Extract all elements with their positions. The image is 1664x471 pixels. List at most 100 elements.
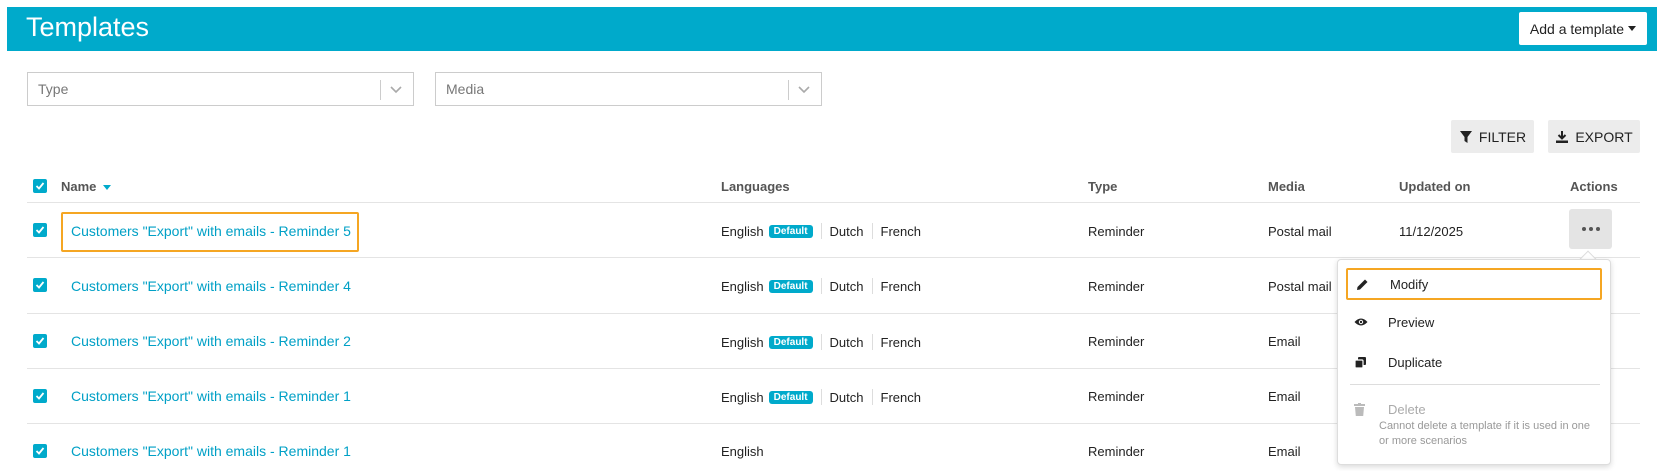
language-separator bbox=[871, 278, 873, 294]
export-button[interactable]: EXPORT bbox=[1548, 120, 1640, 153]
default-badge: Default bbox=[768, 335, 813, 349]
column-header-languages: Languages bbox=[721, 179, 790, 194]
select-separator bbox=[380, 80, 381, 100]
row-divider bbox=[27, 257, 1640, 258]
media-select-placeholder: Media bbox=[446, 81, 485, 97]
row-checkbox[interactable] bbox=[33, 278, 47, 292]
filter-label: FILTER bbox=[1478, 128, 1527, 145]
chevron-down-icon[interactable] bbox=[389, 82, 403, 96]
language-label: French bbox=[880, 278, 921, 294]
template-name-link[interactable]: Customers "Export" with emails - Reminde… bbox=[71, 333, 351, 349]
add-template-button[interactable]: Add a template bbox=[1519, 12, 1647, 45]
language-label: English bbox=[721, 334, 764, 350]
filter-button[interactable]: FILTER bbox=[1451, 120, 1534, 153]
check-icon bbox=[35, 447, 45, 455]
menu-item-preview-label: Preview bbox=[1388, 314, 1435, 330]
languages-cell: English Default Dutch French bbox=[721, 334, 921, 350]
trash-icon bbox=[1354, 402, 1374, 416]
menu-item-delete-label: Delete bbox=[1388, 401, 1426, 417]
column-header-media: Media bbox=[1268, 179, 1305, 194]
languages-cell: English bbox=[721, 444, 764, 459]
language-label: English bbox=[721, 444, 764, 459]
copy-icon bbox=[1354, 356, 1374, 369]
media-cell: Email bbox=[1268, 444, 1301, 459]
row-actions-button[interactable] bbox=[1569, 209, 1612, 249]
filter-icon bbox=[1459, 130, 1472, 143]
media-cell: Email bbox=[1268, 334, 1301, 349]
language-label: French bbox=[880, 334, 921, 350]
column-header-type: Type bbox=[1088, 179, 1118, 194]
language-separator bbox=[871, 334, 873, 350]
media-cell: Postal mail bbox=[1268, 224, 1332, 239]
type-select-placeholder: Type bbox=[38, 81, 69, 97]
top-strip bbox=[0, 0, 1664, 7]
languages-cell: English Default Dutch French bbox=[721, 278, 921, 294]
menu-item-modify[interactable]: Modify bbox=[1346, 268, 1602, 300]
caret-down-icon bbox=[1628, 26, 1637, 31]
language-separator bbox=[820, 389, 822, 405]
menu-item-modify-label: Modify bbox=[1390, 276, 1429, 292]
template-name-link[interactable]: Customers "Export" with emails - Reminde… bbox=[71, 388, 351, 404]
language-label: English bbox=[721, 278, 764, 294]
type-select[interactable]: Type bbox=[27, 72, 414, 106]
updated-on-cell: 11/12/2025 bbox=[1399, 224, 1464, 239]
type-cell: Reminder bbox=[1088, 279, 1145, 294]
language-label: Dutch bbox=[829, 223, 864, 239]
pencil-icon bbox=[1356, 278, 1376, 291]
type-cell: Reminder bbox=[1088, 334, 1145, 349]
type-cell: Reminder bbox=[1088, 444, 1145, 459]
page-title: Templates bbox=[26, 12, 150, 42]
row-checkbox[interactable] bbox=[33, 334, 47, 348]
language-separator bbox=[871, 389, 873, 405]
media-cell: Postal mail bbox=[1268, 279, 1332, 294]
language-label: English bbox=[721, 389, 764, 405]
row-checkbox[interactable] bbox=[33, 389, 47, 403]
language-label: English bbox=[721, 223, 764, 239]
download-icon bbox=[1556, 130, 1569, 143]
language-separator bbox=[820, 334, 822, 350]
chevron-down-icon[interactable] bbox=[797, 82, 811, 96]
language-label: Dutch bbox=[829, 389, 864, 405]
row-checkbox[interactable] bbox=[33, 223, 47, 237]
column-header-updated-on: Updated on bbox=[1399, 179, 1471, 194]
check-icon bbox=[35, 182, 45, 190]
add-template-label: Add a template bbox=[1529, 20, 1625, 37]
select-all-checkbox[interactable] bbox=[33, 179, 47, 193]
column-header-actions: Actions bbox=[1570, 179, 1618, 194]
eye-icon bbox=[1354, 317, 1374, 327]
media-select[interactable]: Media bbox=[435, 72, 822, 106]
menu-item-duplicate[interactable]: Duplicate bbox=[1346, 346, 1602, 378]
check-icon bbox=[35, 226, 45, 234]
type-cell: Reminder bbox=[1088, 224, 1145, 239]
menu-item-duplicate-label: Duplicate bbox=[1388, 354, 1443, 370]
name-highlight-box bbox=[61, 212, 359, 252]
language-separator bbox=[871, 223, 873, 239]
language-label: French bbox=[880, 223, 921, 239]
language-label: Dutch bbox=[829, 334, 864, 350]
column-header-name[interactable]: Name bbox=[61, 179, 112, 194]
media-cell: Email bbox=[1268, 389, 1301, 404]
check-icon bbox=[35, 392, 45, 400]
language-label: Dutch bbox=[829, 278, 864, 294]
sort-down-icon[interactable] bbox=[102, 183, 112, 191]
languages-cell: English Default Dutch French bbox=[721, 389, 921, 405]
dot bbox=[1581, 227, 1586, 231]
default-badge: Default bbox=[768, 279, 813, 293]
languages-cell: English Default Dutch French bbox=[721, 223, 921, 239]
menu-divider bbox=[1350, 384, 1600, 385]
check-icon bbox=[35, 337, 45, 345]
template-name-link[interactable]: Customers "Export" with emails - Reminde… bbox=[71, 278, 351, 294]
language-separator bbox=[820, 278, 822, 294]
default-badge: Default bbox=[768, 390, 813, 404]
check-icon bbox=[35, 281, 45, 289]
row-divider bbox=[27, 202, 1640, 203]
template-name-link[interactable]: Customers "Export" with emails - Reminde… bbox=[71, 443, 351, 459]
type-cell: Reminder bbox=[1088, 389, 1145, 404]
dot bbox=[1595, 227, 1600, 231]
menu-item-preview[interactable]: Preview bbox=[1346, 306, 1602, 338]
row-checkbox[interactable] bbox=[33, 444, 47, 458]
language-label: French bbox=[880, 389, 921, 405]
select-separator bbox=[788, 80, 789, 100]
column-name-label: Name bbox=[61, 179, 97, 194]
page-header: Templates Add a template bbox=[7, 7, 1657, 51]
